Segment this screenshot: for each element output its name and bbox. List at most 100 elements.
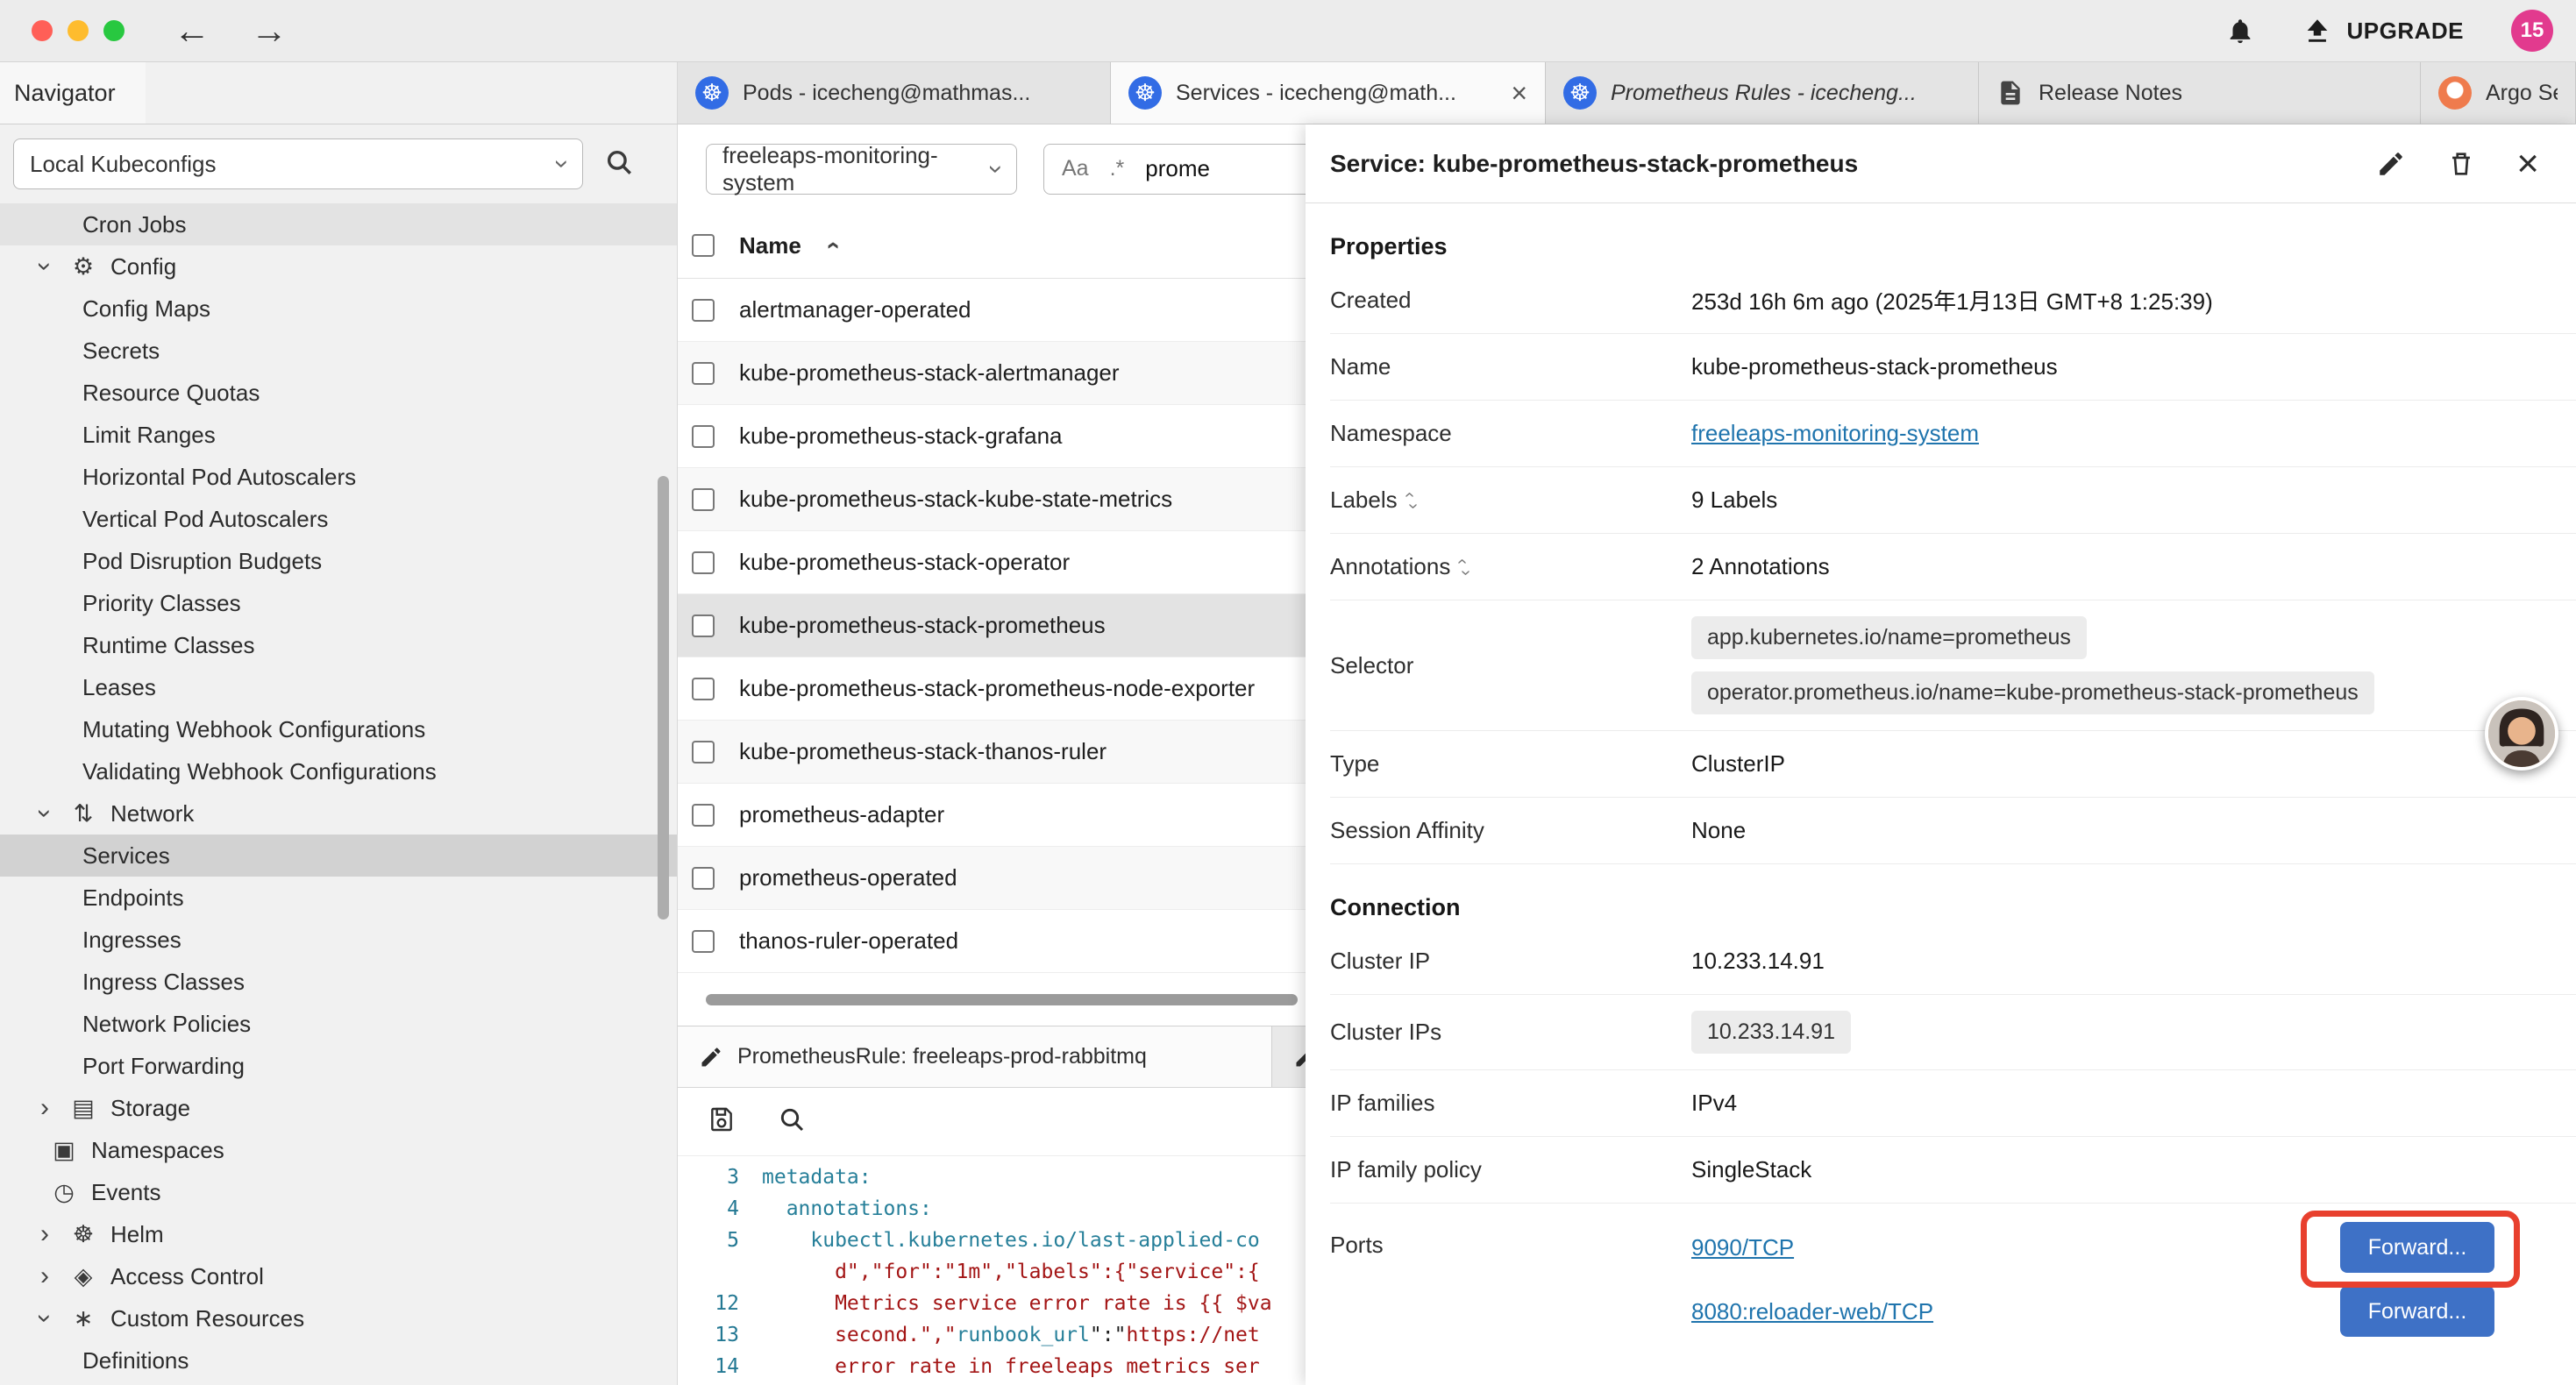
window-minimize-button[interactable]	[68, 20, 89, 41]
sidebar-item-network[interactable]: ›⇅Network	[0, 792, 677, 835]
chevron-right-icon[interactable]: ›	[33, 1263, 56, 1289]
sidebar-item-config[interactable]: ›⚙Config	[0, 245, 677, 288]
tab-close-icon[interactable]: ×	[1502, 77, 1527, 110]
notifications-bell-icon[interactable]	[2225, 16, 2255, 46]
sidebar-item-storage[interactable]: ›▤Storage	[0, 1087, 677, 1129]
webcam-avatar[interactable]	[2485, 697, 2558, 771]
tab-release-notes[interactable]: Release Notes	[1979, 62, 2421, 124]
sidebar-scrollbar[interactable]	[658, 476, 669, 920]
sidebar-item-resource-quotas[interactable]: Resource Quotas	[0, 372, 677, 414]
sidebar-item-validating-webhook-configurations[interactable]: Validating Webhook Configurations	[0, 750, 677, 792]
forward-button[interactable]: Forward...	[2340, 1222, 2494, 1273]
row-checkbox[interactable]	[692, 551, 715, 574]
editor-search-icon[interactable]	[778, 1105, 806, 1138]
tab-argo-se[interactable]: Argo Se	[2421, 62, 2576, 124]
expand-collapse-icon[interactable]: ››	[1461, 556, 1467, 579]
service-name: kube-prometheus-stack-prometheus	[739, 612, 1106, 639]
forward-button[interactable]: Forward...	[2340, 1286, 2494, 1337]
expand-collapse-icon[interactable]: ››	[1408, 489, 1414, 512]
chevron-right-icon[interactable]: ›	[33, 1095, 56, 1121]
sort-ascending-icon[interactable]: ›	[817, 241, 845, 249]
row-checkbox[interactable]	[692, 362, 715, 385]
edit-pencil-icon[interactable]	[2376, 149, 2406, 179]
window-zoom-button[interactable]	[103, 20, 125, 41]
sidebar-item-config-maps[interactable]: Config Maps	[0, 288, 677, 330]
tab-prometheus-rules-icecheng[interactable]: ☸Prometheus Rules - icecheng...	[1546, 62, 1979, 124]
kubeconfig-selector[interactable]: Local Kubeconfigs ›	[13, 138, 583, 189]
sidebar-item-leases[interactable]: Leases	[0, 666, 677, 708]
sidebar-item-port-forwarding[interactable]: Port Forwarding	[0, 1045, 677, 1087]
match-case-toggle[interactable]: Aa	[1062, 156, 1089, 181]
name-column-header[interactable]: Name	[739, 232, 801, 259]
sidebar-item-network-policies[interactable]: Network Policies	[0, 1003, 677, 1045]
detail-value: 9 Labels	[1691, 487, 1777, 514]
close-icon[interactable]: ×	[2516, 145, 2539, 183]
upgrade-button[interactable]: UPGRADE	[2302, 16, 2464, 46]
namespace-filter-dropdown[interactable]: freeleaps-monitoring-system ›	[706, 144, 1017, 195]
tab-pods-icecheng-mathmas[interactable]: ☸Pods - icecheng@mathmas...	[678, 62, 1111, 124]
port-row: 9090/TCP Forward...	[1691, 1216, 2541, 1280]
sidebar-item-horizontal-pod-autoscalers[interactable]: Horizontal Pod Autoscalers	[0, 456, 677, 498]
chevron-down-icon[interactable]: ›	[32, 255, 58, 278]
sidebar-item-custom-resources[interactable]: ›∗Custom Resources	[0, 1297, 677, 1339]
dock-tab-prometheusrule[interactable]: PrometheusRule: freeleaps-prod-rabbitmq	[678, 1026, 1272, 1087]
row-checkbox[interactable]	[692, 488, 715, 511]
delete-trash-icon[interactable]	[2446, 149, 2476, 179]
badge-list: 10.233.14.91	[1691, 995, 1851, 1069]
helm-icon: ☸	[68, 1221, 98, 1248]
chevron-down-icon[interactable]: ›	[32, 802, 58, 825]
sidebar-item-ingresses[interactable]: Ingresses	[0, 919, 677, 961]
save-icon[interactable]	[708, 1105, 736, 1138]
forward-arrow-icon[interactable]: →	[251, 12, 288, 49]
sidebar-item-label: Priority Classes	[82, 590, 241, 617]
section-heading-connection: Connection	[1330, 894, 2576, 921]
sidebar-item-priority-classes[interactable]: Priority Classes	[0, 582, 677, 624]
row-checkbox[interactable]	[692, 867, 715, 890]
chevron-down-icon[interactable]: ›	[32, 1307, 58, 1330]
tab-label: Prometheus Rules - icecheng...	[1611, 81, 1960, 106]
window-close-button[interactable]	[32, 20, 53, 41]
sidebar-item-definitions[interactable]: Definitions	[0, 1339, 677, 1381]
port-link[interactable]: 8080:reloader-web/TCP	[1691, 1298, 1933, 1325]
drawer-title: Service: kube-prometheus-stack-prometheu…	[1330, 150, 2336, 178]
detail-row-ports: Ports9090/TCPForward...8080:reloader-web…	[1330, 1204, 2576, 1344]
sidebar-item-pod-disruption-budgets[interactable]: Pod Disruption Budgets	[0, 540, 677, 582]
sidebar-item-label: Config	[110, 253, 176, 281]
row-checkbox[interactable]	[692, 930, 715, 953]
sidebar-item-mutating-webhook-configurations[interactable]: Mutating Webhook Configurations	[0, 708, 677, 750]
row-checkbox[interactable]	[692, 299, 715, 322]
sidebar-item-services[interactable]: Services	[0, 835, 677, 877]
port-link[interactable]: 9090/TCP	[1691, 1234, 1794, 1261]
horizontal-scrollbar[interactable]	[706, 994, 1298, 1005]
row-checkbox[interactable]	[692, 741, 715, 764]
sidebar-item-ingress-classes[interactable]: Ingress Classes	[0, 961, 677, 1003]
sidebar-item-helm[interactable]: ›☸Helm	[0, 1213, 677, 1255]
sidebar-item-events[interactable]: ◷Events	[0, 1171, 677, 1213]
detail-label: IP families	[1330, 1090, 1691, 1117]
row-checkbox[interactable]	[692, 425, 715, 448]
row-checkbox[interactable]	[692, 678, 715, 700]
sidebar-search-icon[interactable]	[604, 147, 634, 181]
sidebar-item-cron-jobs[interactable]: Cron Jobs	[0, 203, 677, 245]
sidebar-item-secrets[interactable]: Secrets	[0, 330, 677, 372]
navigator-label[interactable]: Navigator	[0, 62, 146, 124]
row-checkbox[interactable]	[692, 614, 715, 637]
sidebar-item-vertical-pod-autoscalers[interactable]: Vertical Pod Autoscalers	[0, 498, 677, 540]
sidebar-item-runtime-classes[interactable]: Runtime Classes	[0, 624, 677, 666]
row-checkbox[interactable]	[692, 804, 715, 827]
select-all-checkbox[interactable]	[692, 234, 715, 257]
service-name: kube-prometheus-stack-thanos-ruler	[739, 738, 1107, 765]
sidebar-item-endpoints[interactable]: Endpoints	[0, 877, 677, 919]
chevron-right-icon[interactable]: ›	[33, 1221, 56, 1247]
tab-services-icecheng-math[interactable]: ☸Services - icecheng@math...×	[1111, 62, 1546, 124]
notification-count-badge[interactable]: 15	[2511, 10, 2553, 52]
back-arrow-icon[interactable]: ←	[174, 12, 210, 49]
sidebar-item-namespaces[interactable]: ▣Namespaces	[0, 1129, 677, 1171]
regex-toggle[interactable]: .*	[1110, 156, 1125, 181]
sidebar-item-limit-ranges[interactable]: Limit Ranges	[0, 414, 677, 456]
sidebar-item-label: Mutating Webhook Configurations	[82, 716, 425, 743]
argo-icon	[2438, 76, 2472, 110]
sidebar-item-label: Network	[110, 800, 194, 827]
namespace-link[interactable]: freeleaps-monitoring-system	[1691, 420, 1979, 447]
sidebar-item-access-control[interactable]: ›◈Access Control	[0, 1255, 677, 1297]
